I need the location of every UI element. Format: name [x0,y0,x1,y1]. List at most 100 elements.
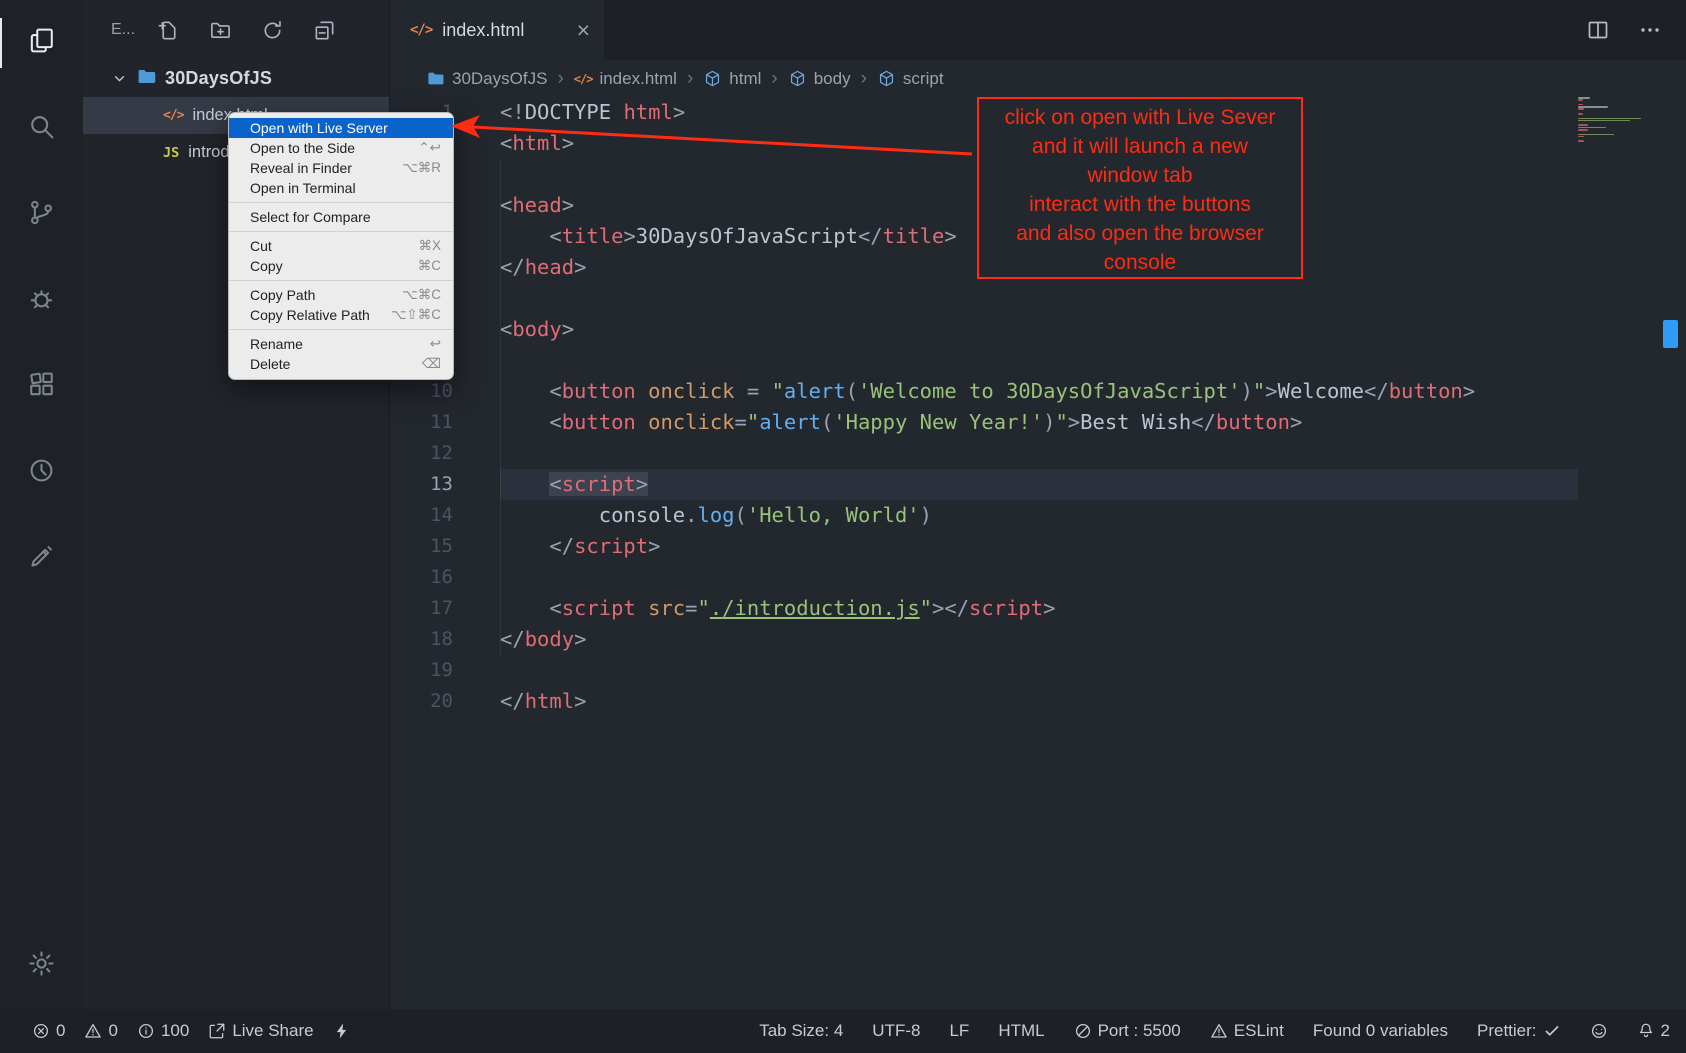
status-problems-errors[interactable]: 0 [32,1021,65,1041]
code-line[interactable]: <script src="./introduction.js"></script… [500,593,1578,624]
code-line[interactable]: <body> [500,314,1578,345]
bolt-icon [333,1022,351,1040]
code-token: > [673,100,685,124]
status-problems-warnings[interactable]: 0 [84,1021,117,1041]
code-token: > [562,131,574,155]
menu-item-open-in-terminal[interactable]: Open in Terminal [229,178,453,198]
status-variables[interactable]: Found 0 variables [1313,1021,1448,1041]
activity-source-control-button[interactable] [0,172,83,258]
breadcrumb-item-30DaysOfJS[interactable]: 30DaysOfJS [426,69,547,89]
code-token: > [562,193,574,217]
status-feedback-smiley[interactable] [1590,1022,1608,1040]
menu-item-open-to-the-side[interactable]: Open to the Side⌃↩ [229,138,453,158]
new-folder-button[interactable] [209,19,232,42]
code-token: = [685,596,697,620]
status-prettier[interactable]: Prettier: [1477,1021,1561,1041]
code-row: 8<body> [389,314,1686,345]
status-encoding[interactable]: UTF-8 [872,1021,920,1041]
status-tab-size[interactable]: Tab Size: 4 [759,1021,843,1041]
vscode-window: E... 30DaysOfJS </>index.htmlJSintroduct… [0,0,1686,1053]
status-label: Found 0 variables [1313,1021,1448,1041]
breadcrumb-item-index.html[interactable]: </>index.html [574,69,677,89]
breadcrumb-item-html[interactable]: html [703,69,761,89]
code-line[interactable] [500,562,1578,593]
symbol-icon [703,69,722,88]
status-port[interactable]: Port : 5500 [1074,1021,1181,1041]
menu-item-shortcut: ⌥⌘C [402,287,441,303]
code-token: 'Welcome to 30DaysOfJavaScript' [858,379,1241,403]
menu-item-copy[interactable]: Copy⌘C [229,256,453,276]
line-number: 13 [389,469,500,500]
code-token: < [549,379,561,403]
code-token [500,379,549,403]
menu-item-copy-path[interactable]: Copy Path⌥⌘C [229,285,453,305]
activity-settings-button[interactable] [0,923,83,1009]
tab-label: index.html [442,20,524,41]
activity-history-button[interactable] [0,430,83,516]
annotation-line: and also open the browser [979,219,1301,248]
activity-debug-button[interactable] [0,258,83,344]
code-token: > [636,472,648,496]
menu-item-shortcut: ⌘C [418,258,441,274]
code-token: html [525,689,574,713]
menu-item-reveal-in-finder[interactable]: Reveal in Finder⌥⌘R [229,158,453,178]
tab-close-icon[interactable]: × [577,19,590,42]
activity-search-button[interactable] [0,86,83,172]
code-token: body [525,627,574,651]
code-line[interactable]: </script> [500,531,1578,562]
split-editor-icon[interactable] [1586,18,1610,42]
code-token: > [1290,410,1302,434]
code-row: 11 <button onclick="alert('Happy New Yea… [389,407,1686,438]
activity-extensions-button[interactable] [0,344,83,430]
code-token: </ [858,224,883,248]
code-token: script [562,596,636,620]
code-line[interactable]: <script> [500,469,1578,500]
code-line[interactable]: <button onclick="alert('Happy New Year!'… [500,407,1578,438]
code-token: > [1068,410,1080,434]
root-folder-row[interactable]: 30DaysOfJS [83,60,389,97]
activity-explorer-button[interactable] [0,0,83,86]
menu-item-select-for-compare[interactable]: Select for Compare [229,207,453,227]
line-number: 10 [389,376,500,407]
status-eol[interactable]: LF [949,1021,969,1041]
status-label: Live Share [232,1021,313,1041]
status-info-count[interactable]: 100 [137,1021,189,1041]
status-language-mode[interactable]: HTML [998,1021,1044,1041]
code-line[interactable]: </body> [500,624,1578,655]
annotation-line: console [979,248,1301,277]
code-token [500,410,549,434]
code-token: src [636,596,685,620]
status-go-live[interactable] [333,1022,351,1040]
menu-item-rename[interactable]: Rename↩ [229,334,453,354]
js-file-icon: JS [163,145,179,161]
status-eslint[interactable]: ESLint [1210,1021,1284,1041]
editor-actions [1586,0,1686,60]
code-line[interactable] [500,283,1578,314]
breadcrumb-item-script[interactable]: script [877,69,944,89]
status-notifications[interactable]: 2 [1637,1021,1670,1041]
menu-item-cut[interactable]: Cut⌘X [229,236,453,256]
new-file-button[interactable] [157,19,180,42]
code-line[interactable]: <button onclick = "alert('Welcome to 30D… [500,376,1578,407]
code-line[interactable]: </html> [500,686,1578,717]
menu-item-open-with-live-server[interactable]: Open with Live Server [229,118,453,138]
search-icon [27,112,56,146]
line-number: 18 [389,624,500,655]
tab-index-html[interactable]: </> index.html × [390,0,604,60]
menu-item-delete[interactable]: Delete⌫ [229,354,453,374]
code-line[interactable] [500,438,1578,469]
status-live-share[interactable]: Live Share [208,1021,313,1041]
collapse-all-button[interactable] [313,19,336,42]
code-line[interactable] [500,655,1578,686]
html-file-icon: </> [163,108,183,123]
warning-icon [84,1022,102,1040]
more-actions-icon[interactable] [1638,18,1662,42]
menu-item-label: Rename [250,336,303,352]
breadcrumb-item-body[interactable]: body [788,69,851,89]
code-line[interactable] [500,345,1578,376]
code-line[interactable]: console.log('Hello, World') [500,500,1578,531]
source-control-icon [27,198,56,232]
menu-item-copy-relative-path[interactable]: Copy Relative Path⌥⇧⌘C [229,305,453,325]
refresh-button[interactable] [261,19,284,42]
activity-feedback-button[interactable] [0,516,83,602]
